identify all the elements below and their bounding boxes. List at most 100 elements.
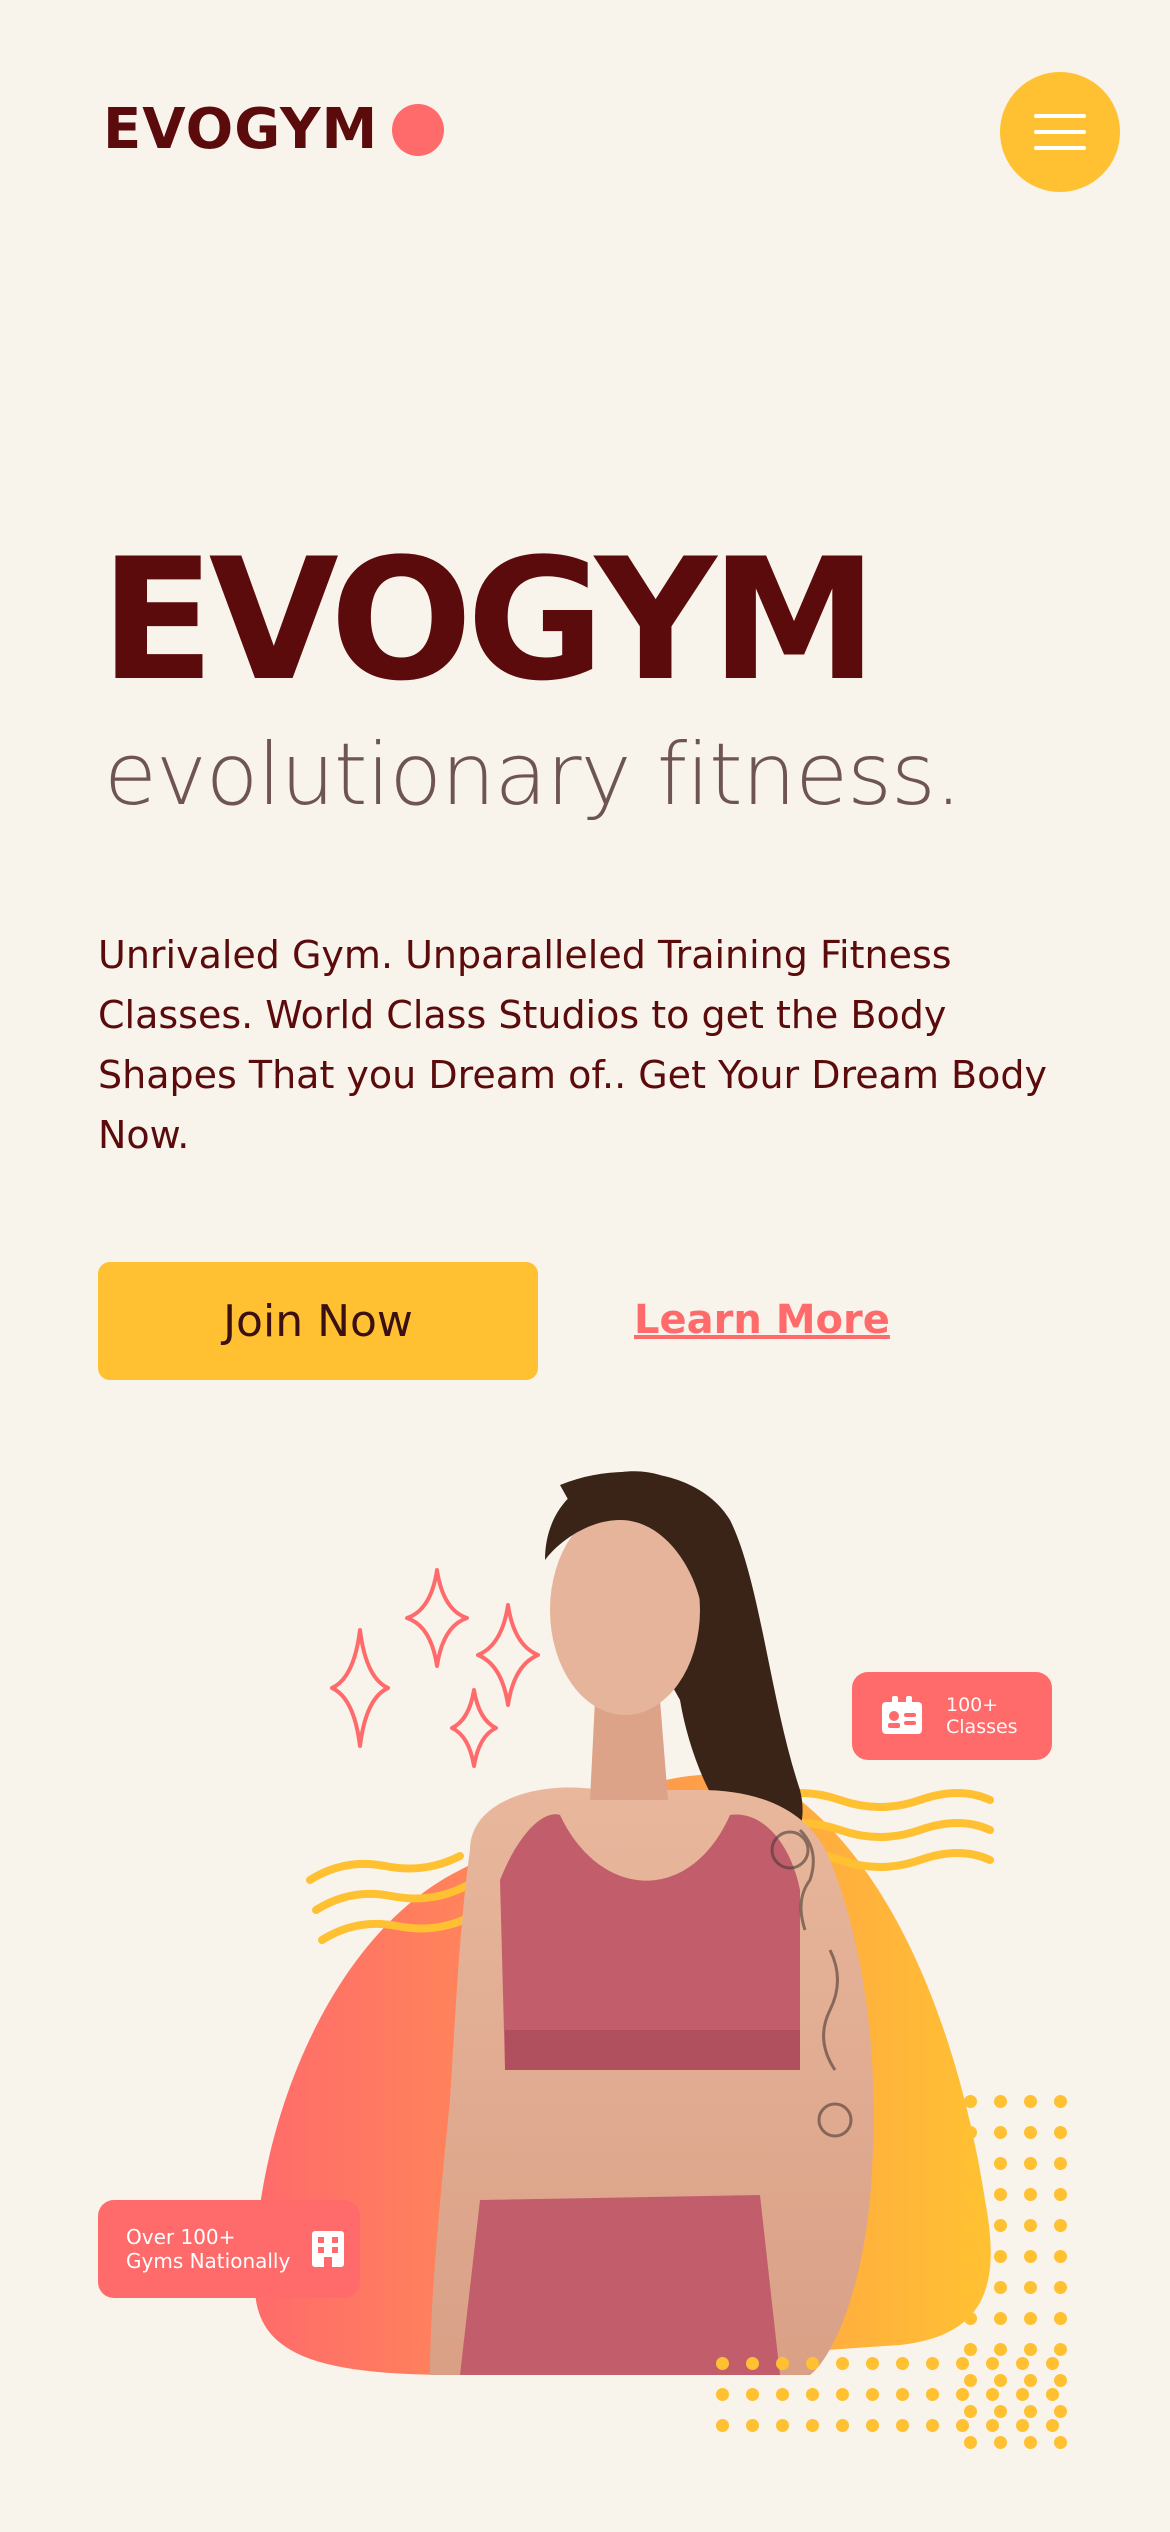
dot	[986, 2388, 999, 2401]
dot	[994, 2405, 1007, 2418]
dot	[806, 2388, 819, 2401]
dot	[994, 2436, 1007, 2449]
dot	[1054, 2312, 1067, 2325]
hamburger-menu-icon	[1034, 146, 1086, 150]
dot	[986, 2357, 999, 2370]
dot	[806, 2419, 819, 2432]
dot	[746, 2419, 759, 2432]
gyms-badge: Over 100+ Gyms Nationally	[98, 2200, 360, 2298]
dot	[1054, 2250, 1067, 2263]
menu-button[interactable]	[1000, 72, 1120, 192]
dot	[994, 2343, 1007, 2356]
logo[interactable]: EVOGYM	[103, 97, 445, 162]
dot	[994, 2188, 1007, 2201]
learn-more-link[interactable]: Learn More	[634, 1290, 890, 1350]
dot	[1054, 2157, 1067, 2170]
dot	[956, 2357, 969, 2370]
hamburger-menu-icon	[1034, 114, 1086, 118]
gyms-badge-text: Over 100+ Gyms Nationally	[126, 2225, 290, 2273]
dot	[964, 2343, 977, 2356]
dot	[896, 2419, 909, 2432]
dot	[1054, 2188, 1067, 2201]
dot	[964, 2095, 977, 2108]
dot	[994, 2126, 1007, 2139]
sparkle-icons	[330, 1568, 540, 1768]
dot	[964, 2312, 977, 2325]
dot	[926, 2419, 939, 2432]
dot	[836, 2388, 849, 2401]
id-card-icon	[882, 1696, 922, 1734]
dot	[1016, 2388, 1029, 2401]
dot	[1054, 2405, 1067, 2418]
dot	[926, 2357, 939, 2370]
dot	[1054, 2126, 1067, 2139]
dot	[776, 2357, 789, 2370]
dot	[1046, 2419, 1059, 2432]
site-header: EVOGYM	[0, 0, 1170, 260]
dot	[964, 2374, 977, 2387]
dot	[1054, 2095, 1067, 2108]
dot	[716, 2419, 729, 2432]
dot	[1024, 2374, 1037, 2387]
dot	[964, 2188, 977, 2201]
dot	[964, 2281, 977, 2294]
dot	[1024, 2188, 1037, 2201]
dot	[806, 2357, 819, 2370]
building-icon	[312, 2231, 345, 2267]
dot	[1046, 2357, 1059, 2370]
dot	[964, 2126, 977, 2139]
gyms-badge-line2: Gyms Nationally	[126, 2249, 291, 2273]
dot	[866, 2419, 879, 2432]
dot	[1024, 2405, 1037, 2418]
dot	[836, 2419, 849, 2432]
dot	[994, 2157, 1007, 2170]
dot	[836, 2357, 849, 2370]
dot	[956, 2388, 969, 2401]
classes-badge-line1: 100+	[946, 1694, 999, 1716]
dot	[1024, 2281, 1037, 2294]
dot	[1024, 2219, 1037, 2232]
dot	[746, 2388, 759, 2401]
dot	[776, 2419, 789, 2432]
dot	[1016, 2419, 1029, 2432]
athlete-figure	[430, 1471, 874, 2375]
classes-badge-text: 100+ Classes	[946, 1694, 1018, 1738]
dot	[1054, 2343, 1067, 2356]
dot	[964, 2250, 977, 2263]
dot	[866, 2357, 879, 2370]
dot	[746, 2357, 759, 2370]
hero-description: Unrivaled Gym. Unparalleled Training Fit…	[98, 933, 1047, 1157]
dot	[1024, 2436, 1037, 2449]
dot	[994, 2250, 1007, 2263]
dot	[964, 2405, 977, 2418]
hamburger-menu-icon	[1034, 130, 1086, 134]
dot	[896, 2357, 909, 2370]
join-now-button[interactable]: Join Now	[98, 1262, 538, 1380]
dot	[964, 2157, 977, 2170]
dot	[1054, 2374, 1067, 2387]
dot	[776, 2388, 789, 2401]
classes-badge: 100+ Classes	[852, 1672, 1052, 1760]
dot	[994, 2312, 1007, 2325]
logo-text: EVOGYM	[103, 97, 379, 162]
dot	[1054, 2436, 1067, 2449]
dot	[866, 2388, 879, 2401]
dot	[964, 2219, 977, 2232]
dot	[716, 2388, 729, 2401]
dot	[986, 2419, 999, 2432]
hero-title: EVOGYM	[100, 522, 878, 718]
dot	[1054, 2281, 1067, 2294]
classes-badge-line2: Classes	[946, 1716, 1018, 1738]
logo-dot-icon	[392, 104, 445, 156]
dot	[994, 2219, 1007, 2232]
dot	[1024, 2095, 1037, 2108]
dot	[994, 2374, 1007, 2387]
dot	[926, 2388, 939, 2401]
dot	[716, 2357, 729, 2370]
dot	[994, 2281, 1007, 2294]
dot	[1024, 2157, 1037, 2170]
dot	[1024, 2126, 1037, 2139]
dot	[1024, 2312, 1037, 2325]
dot	[956, 2419, 969, 2432]
dot	[1016, 2357, 1029, 2370]
